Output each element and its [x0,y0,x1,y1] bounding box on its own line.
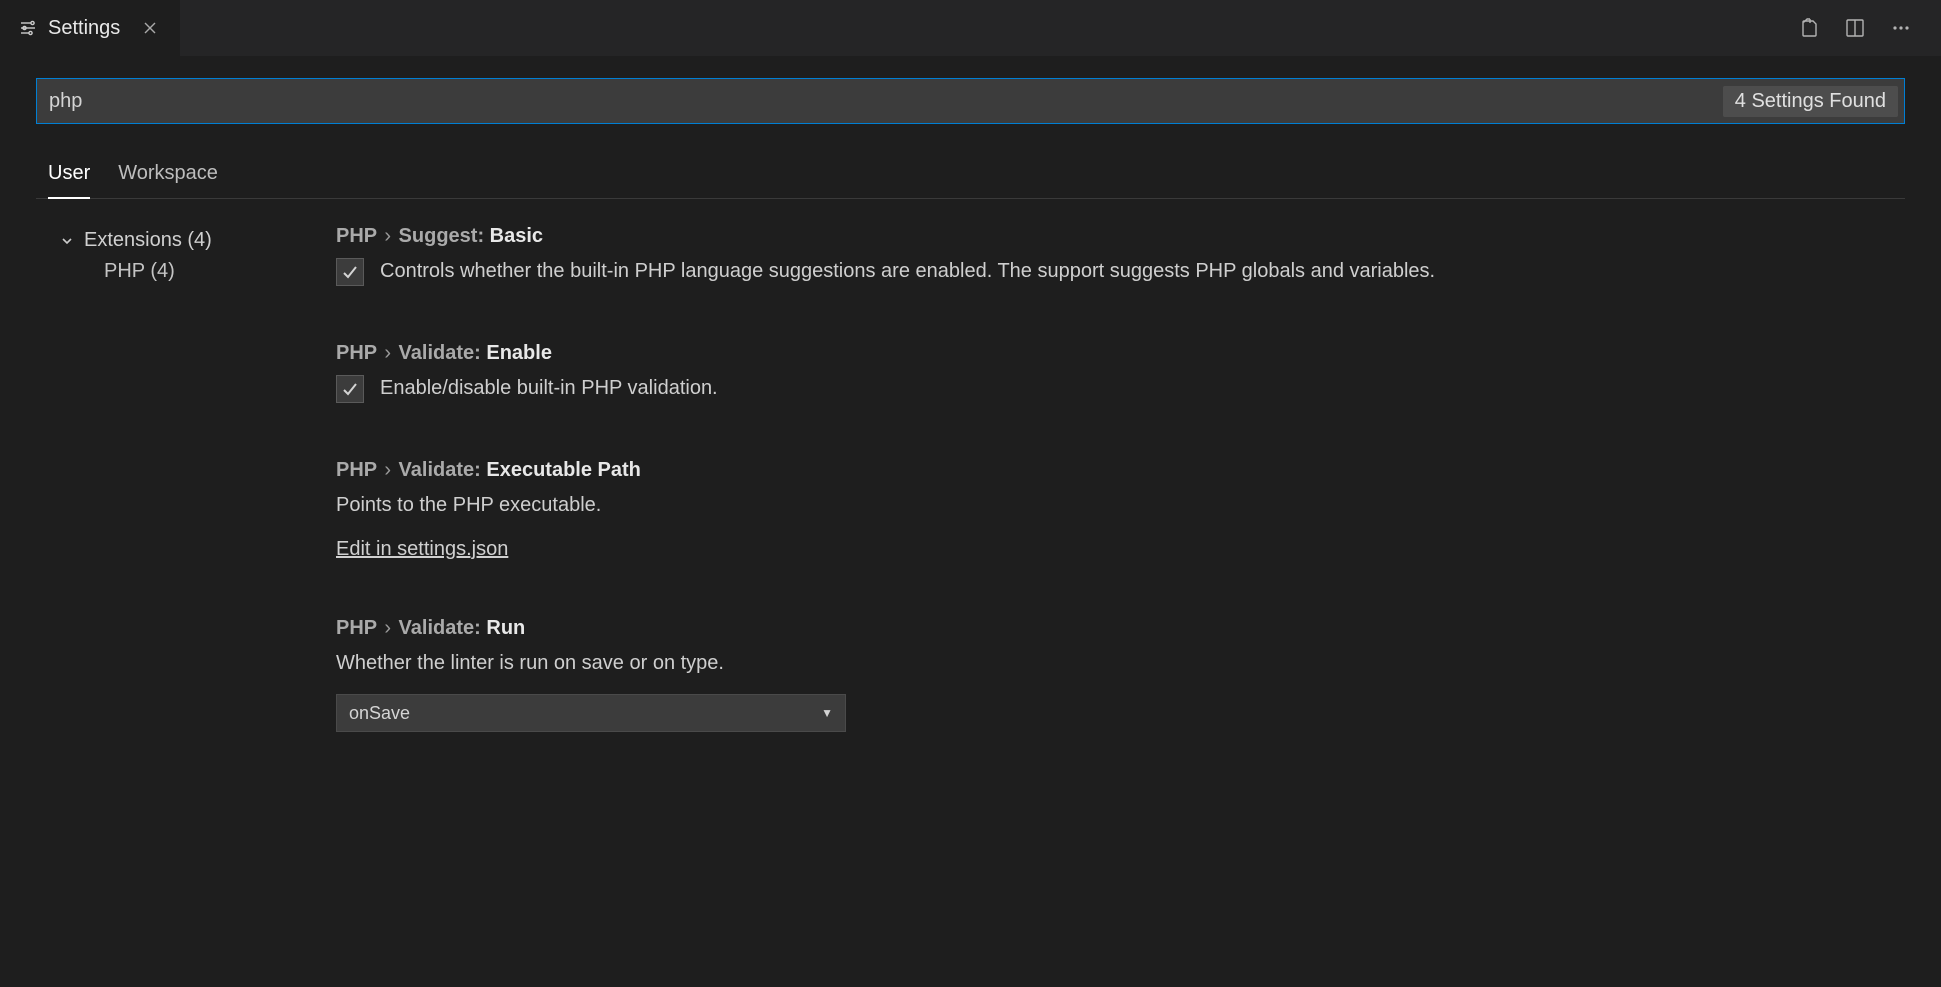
settings-outline-icon [18,18,38,38]
setting-php-validate-run: PHP › Validate: Run Whether the linter i… [336,617,1865,732]
settings-list: PHP › Suggest: Basic Controls whether th… [336,225,1905,788]
setting-description: Points to the PHP executable. [336,490,1865,520]
setting-title: PHP › Validate: Executable Path [336,459,1865,482]
split-editor-icon[interactable] [1843,16,1867,40]
settings-body: Extensions (4) PHP (4) PHP › Suggest: Ba… [36,225,1905,788]
chevron-down-icon [60,234,76,248]
open-settings-json-icon[interactable] [1797,16,1821,40]
close-icon[interactable] [138,16,162,40]
checkbox[interactable] [336,258,364,286]
settings-search-count: 4 Settings Found [1723,86,1898,117]
checkbox[interactable] [336,375,364,403]
tabbar-spacer [181,0,1769,56]
settings-scope-tabs: User Workspace [36,154,1905,199]
setting-description: Controls whether the built-in PHP langua… [380,256,1435,286]
toc-label: PHP (4) [104,260,175,283]
edit-in-settings-json-link[interactable]: Edit in settings.json [336,538,508,561]
setting-select[interactable]: onSave ▼ [336,694,846,732]
tab-settings[interactable]: Settings [0,0,181,56]
toc-item-extensions[interactable]: Extensions (4) [60,225,336,256]
scope-tab-workspace[interactable]: Workspace [118,154,218,198]
setting-description: Enable/disable built-in PHP validation. [380,373,718,403]
scope-tab-user[interactable]: User [48,154,90,199]
chevron-down-icon: ▼ [821,706,833,720]
setting-title: PHP › Suggest: Basic [336,225,1865,248]
settings-toc: Extensions (4) PHP (4) [36,225,336,788]
settings-search-input[interactable] [37,79,1723,123]
setting-php-suggest-basic: PHP › Suggest: Basic Controls whether th… [336,225,1865,286]
more-actions-icon[interactable] [1889,16,1913,40]
setting-title: PHP › Validate: Run [336,617,1865,640]
settings-editor: 4 Settings Found User Workspace Extensio… [0,56,1941,788]
toc-item-php[interactable]: PHP (4) [60,256,336,287]
toc-label: Extensions (4) [84,229,212,252]
tabbar-actions [1769,0,1941,56]
setting-php-validate-executable-path: PHP › Validate: Executable Path Points t… [336,459,1865,561]
setting-php-validate-enable: PHP › Validate: Enable Enable/disable bu… [336,342,1865,403]
settings-search: 4 Settings Found [36,78,1905,124]
setting-title: PHP › Validate: Enable [336,342,1865,365]
tab-title: Settings [48,17,120,40]
setting-description: Whether the linter is run on save or on … [336,648,1865,678]
editor-tabbar: Settings [0,0,1941,56]
select-value: onSave [349,703,410,724]
